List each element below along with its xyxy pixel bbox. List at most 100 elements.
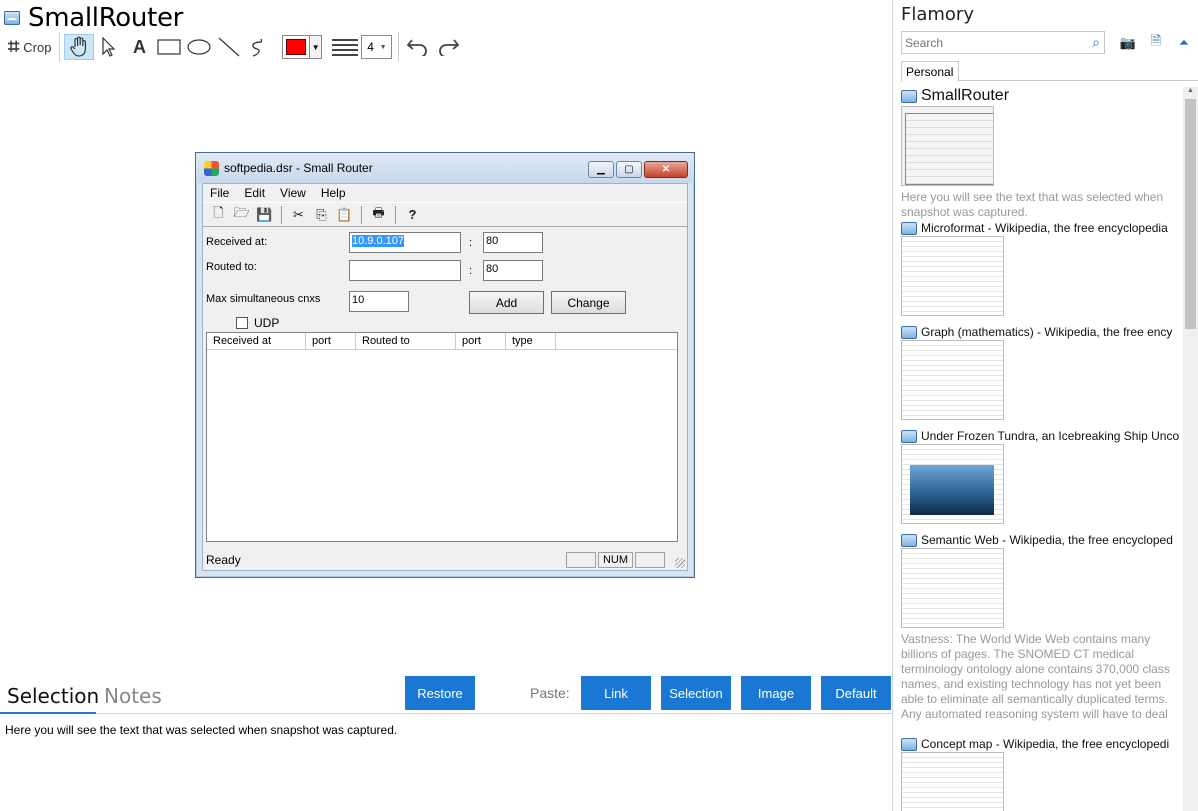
routes-list[interactable]: Received at port Routed to port type xyxy=(206,332,678,542)
main-panel: SmallRouter ⌗ Crop A ▼ 4 ▼ softpedia.dsr… xyxy=(0,0,893,811)
tab-notes[interactable]: Notes xyxy=(104,684,162,708)
app-root: SmallRouter ⌗ Crop A ▼ 4 ▼ softpedia.dsr… xyxy=(0,0,1198,811)
color-picker[interactable]: ▼ xyxy=(282,35,323,59)
line-width-select[interactable]: 4 ▼ xyxy=(361,35,393,59)
toolbar-divider xyxy=(361,205,362,224)
snapshot-icon xyxy=(901,325,917,339)
help-icon[interactable]: ? xyxy=(403,205,422,224)
camera-icon[interactable]: 📷 xyxy=(1119,34,1137,52)
minimize-icon[interactable]: ▁ xyxy=(588,161,614,178)
maximize-icon[interactable]: ▢ xyxy=(616,161,642,178)
list-item-title: Microformat - Wikipedia, the free encycl… xyxy=(921,221,1168,235)
search-input[interactable] xyxy=(902,32,1082,53)
freehand-tool-button[interactable] xyxy=(244,34,274,60)
list-item[interactable]: Microformat - Wikipedia, the free encycl… xyxy=(901,221,1183,316)
list-item[interactable]: Semantic Web - Wikipedia, the free encyc… xyxy=(901,533,1183,724)
col-type[interactable]: type xyxy=(506,333,556,349)
snapshot-thumbnail[interactable] xyxy=(901,340,1004,420)
list-item[interactable]: SmallRouter Here you will see the text t… xyxy=(901,87,1183,220)
list-item[interactable]: Under Frozen Tundra, an Icebreaking Ship… xyxy=(901,429,1183,524)
col-received-at[interactable]: Received at xyxy=(207,333,306,349)
menu-file[interactable]: File xyxy=(210,186,229,200)
menu-view[interactable]: View xyxy=(280,186,306,200)
list-item[interactable]: Graph (mathematics) - Wikipedia, the fre… xyxy=(901,325,1183,420)
received-at-port-field[interactable]: 80 xyxy=(483,232,543,253)
port-separator: : xyxy=(469,237,473,249)
hand-tool-button[interactable] xyxy=(64,34,95,60)
line-tool-button[interactable] xyxy=(214,34,244,60)
flamory-sidebar: Flamory ⌕ 📷 🗎 ⏶ Personal SmallRouter Her… xyxy=(893,0,1198,811)
redo-button[interactable] xyxy=(433,34,463,60)
list-item-description: Here you will see the text that was sele… xyxy=(901,190,1164,219)
paste-icon[interactable]: 📋 xyxy=(335,205,354,224)
bottom-tabs: Selection Notes Restore Paste: Link Sele… xyxy=(0,676,893,714)
toolbar-divider xyxy=(395,205,396,224)
document-icon[interactable]: 🗎 xyxy=(1147,33,1165,52)
paste-link-button[interactable]: Link xyxy=(581,676,651,710)
ellipse-icon xyxy=(187,39,212,55)
snapshot-thumbnail[interactable] xyxy=(901,236,1004,316)
received-at-ip-field[interactable]: 10.9.0.107 xyxy=(349,232,461,253)
copy-icon[interactable]: ⎘ xyxy=(312,205,331,224)
ellipse-tool-button[interactable] xyxy=(184,34,214,60)
crop-button[interactable]: ⌗ Crop xyxy=(4,34,55,60)
open-folder-icon[interactable]: 🗁 xyxy=(232,205,251,224)
collapse-up-icon[interactable]: ⏶ xyxy=(1175,34,1193,52)
paste-image-button[interactable]: Image xyxy=(741,676,811,710)
snapshot-thumbnail[interactable] xyxy=(901,548,1004,628)
crop-label: Crop xyxy=(23,39,52,55)
snapshot-icon xyxy=(901,737,917,751)
menu-edit[interactable]: Edit xyxy=(244,186,265,200)
line-width-value: 4 xyxy=(367,40,374,54)
search-icon[interactable]: ⌕ xyxy=(1092,34,1100,51)
crop-icon: ⌗ xyxy=(8,36,20,58)
title-bar: SmallRouter xyxy=(4,3,183,33)
list-item-header: Under Frozen Tundra, an Icebreaking Ship… xyxy=(901,429,1183,443)
cut-icon[interactable]: ✂ xyxy=(289,205,308,224)
list-item-title: Graph (mathematics) - Wikipedia, the fre… xyxy=(921,325,1173,339)
router-window-title: softpedia.dsr - Small Router xyxy=(224,161,373,175)
scroll-up-icon[interactable]: ▲ xyxy=(1183,87,1198,99)
tab-personal[interactable]: Personal xyxy=(901,61,959,82)
rectangle-tool-button[interactable] xyxy=(154,34,184,60)
snapshot-thumbnail[interactable] xyxy=(901,752,1004,811)
sidebar-tabs: Personal xyxy=(901,61,1198,82)
snapshot-thumbnail[interactable] xyxy=(901,106,994,186)
snapshot-window: softpedia.dsr - Small Router ▁ ▢ ✕ File … xyxy=(195,152,695,578)
rectangle-icon xyxy=(157,39,182,55)
col-port[interactable]: port xyxy=(306,333,356,349)
print-icon[interactable]: 🖶 xyxy=(369,205,388,224)
restore-button[interactable]: Restore xyxy=(405,676,475,710)
snapshot-icon xyxy=(901,89,917,103)
sidebar-scrollbar[interactable]: ▲ xyxy=(1183,87,1198,811)
change-button[interactable]: Change xyxy=(551,291,626,314)
tab-selection[interactable]: Selection xyxy=(7,684,99,708)
snapshot-icon xyxy=(901,221,917,235)
add-button[interactable]: Add xyxy=(469,291,544,314)
list-item[interactable]: Concept map - Wikipedia, the free encycl… xyxy=(901,737,1183,811)
close-icon[interactable]: ✕ xyxy=(644,161,688,178)
menu-help[interactable]: Help xyxy=(321,186,346,200)
line-icon xyxy=(219,37,240,57)
save-icon[interactable]: 💾 xyxy=(255,205,274,224)
select-tool-button[interactable] xyxy=(94,34,124,60)
max-cnxs-field[interactable]: 10 xyxy=(349,291,409,312)
routed-to-ip-field[interactable] xyxy=(349,260,461,281)
new-file-icon[interactable]: 🗋 xyxy=(209,205,228,224)
list-item-header: Semantic Web - Wikipedia, the free encyc… xyxy=(901,533,1183,547)
snapshot-thumbnail[interactable] xyxy=(901,444,1004,524)
scrollbar-thumb[interactable] xyxy=(1185,99,1196,329)
router-menubar: File Edit View Help xyxy=(203,184,687,202)
udp-checkbox[interactable] xyxy=(236,317,248,329)
undo-button[interactable] xyxy=(403,34,433,60)
selection-text[interactable]: Here you will see the text that was sele… xyxy=(5,723,397,737)
text-tool-button[interactable]: A xyxy=(124,34,154,60)
routed-to-port-field[interactable]: 80 xyxy=(483,260,543,281)
col-port[interactable]: port xyxy=(456,333,506,349)
snapshot-icon xyxy=(901,429,917,443)
list-item-header: SmallRouter xyxy=(901,87,1183,105)
resize-grip-icon[interactable] xyxy=(675,558,685,568)
paste-default-button[interactable]: Default xyxy=(821,676,891,710)
paste-selection-button[interactable]: Selection xyxy=(661,676,731,710)
col-routed-to[interactable]: Routed to xyxy=(356,333,456,349)
